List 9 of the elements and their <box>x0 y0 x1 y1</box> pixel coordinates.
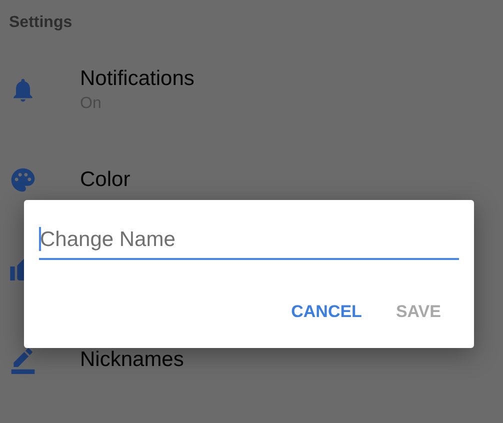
palette-icon <box>9 166 37 194</box>
pencil-icon <box>9 346 37 374</box>
section-header: Settings <box>8 12 74 32</box>
setting-title[interactable]: Nicknames <box>80 348 184 372</box>
name-input-field[interactable]: Change Name <box>39 222 459 260</box>
cancel-button[interactable]: CANCEL <box>289 298 364 326</box>
setting-title[interactable]: Notifications <box>80 67 194 91</box>
text-cursor <box>39 227 41 251</box>
setting-title[interactable]: Color <box>80 168 130 192</box>
